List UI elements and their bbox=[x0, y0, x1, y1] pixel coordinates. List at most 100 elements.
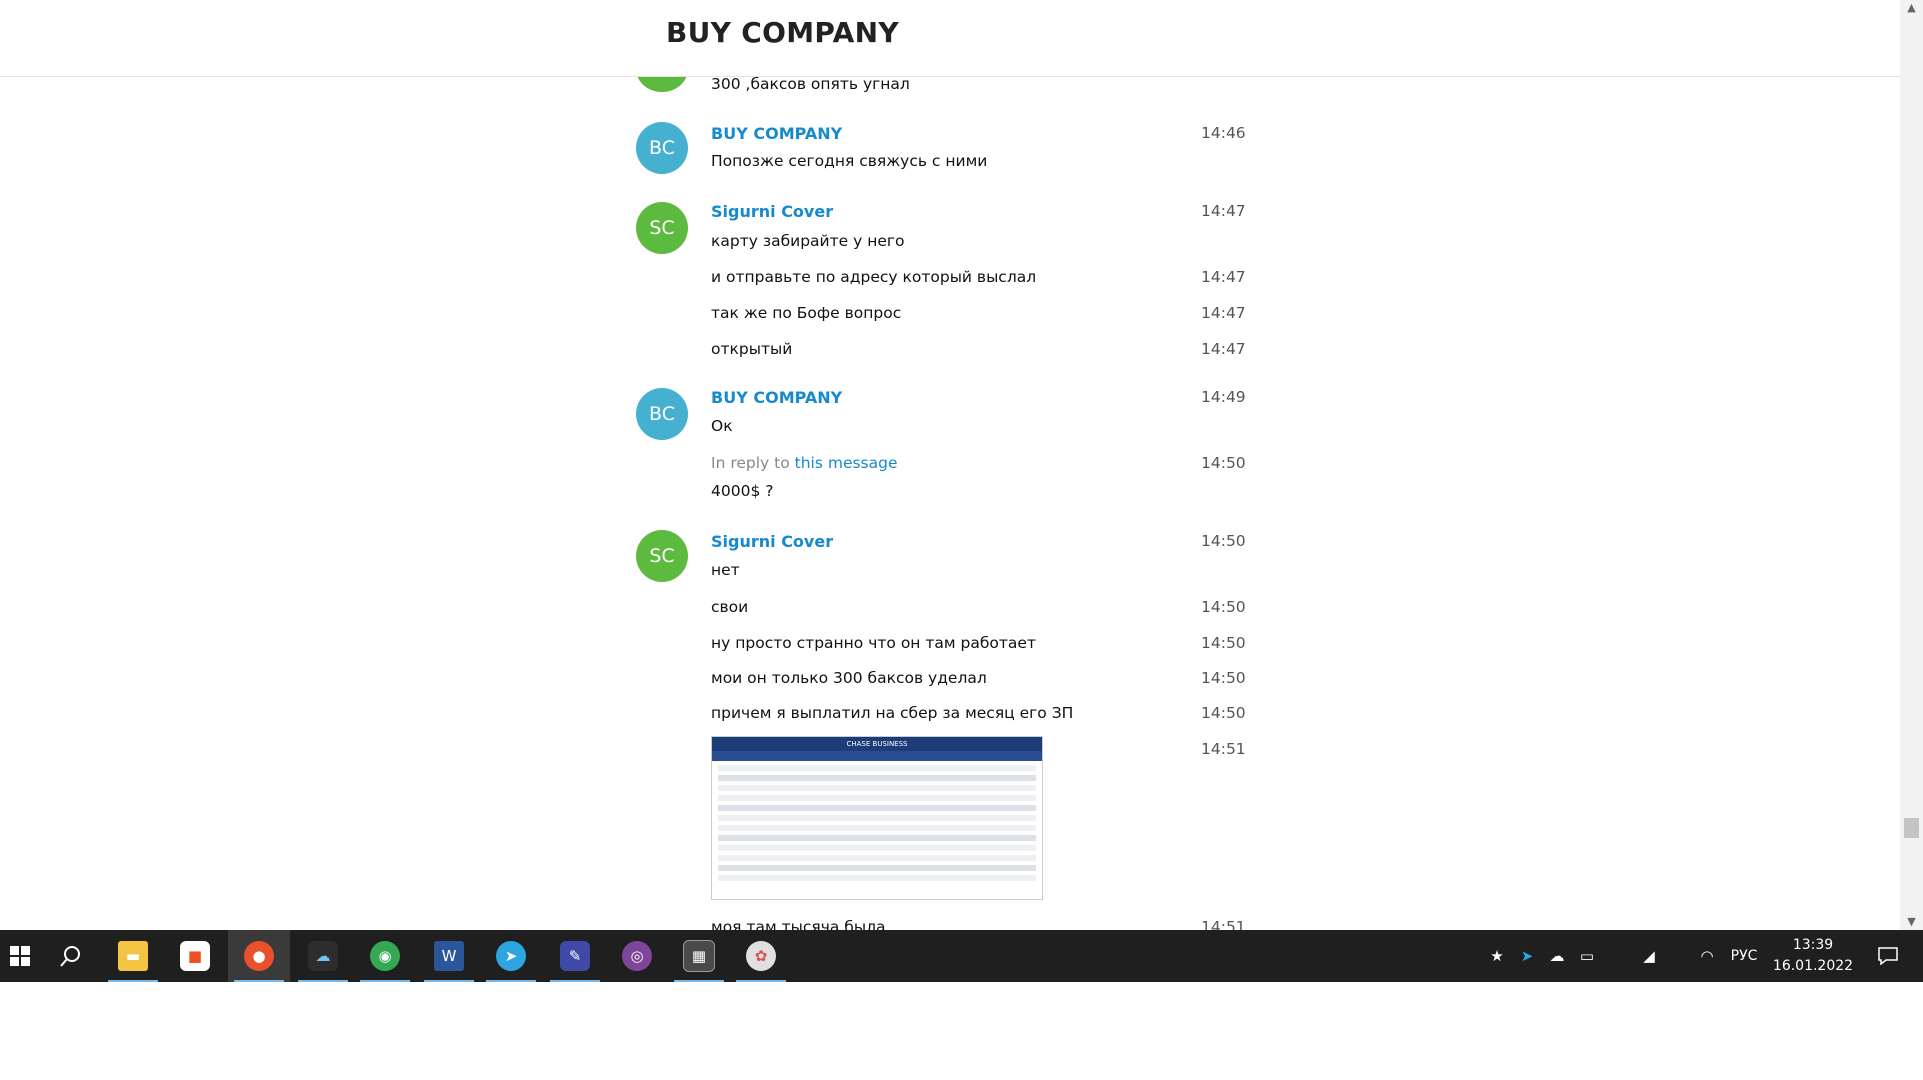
photo-row bbox=[718, 825, 1036, 831]
tor-icon: ◎ bbox=[622, 941, 652, 971]
word-icon: W bbox=[434, 941, 464, 971]
language-indicator[interactable]: РУС bbox=[1722, 930, 1766, 982]
scrollbar[interactable]: ▲ ▼ bbox=[1900, 0, 1923, 930]
photo-row bbox=[718, 845, 1036, 851]
taskbar-app[interactable]: ✎ bbox=[544, 930, 606, 982]
reply-link[interactable]: this message bbox=[795, 454, 898, 472]
tray-wifi[interactable]: ◢ bbox=[1636, 930, 1662, 982]
photo-row bbox=[718, 865, 1036, 871]
message-time: 14:50 bbox=[1201, 634, 1246, 652]
sender-name[interactable]: BUY COMPANY bbox=[711, 124, 842, 143]
avatar[interactable]: SC bbox=[636, 202, 688, 254]
star-icon: ★ bbox=[1490, 947, 1504, 965]
store-icon: ■ bbox=[180, 941, 210, 971]
wifi-icon: ◢ bbox=[1643, 947, 1655, 965]
sender-name[interactable]: Sigurni Cover bbox=[711, 202, 833, 221]
taskbar: ▬ ■ ● ☁ ◉ W ➤ ✎ ◎ ▦ ✿ ★ ➤ ☁ ▭ ◢ ◠ РУС 13… bbox=[0, 930, 1923, 982]
taskbar-paint[interactable]: ✿ bbox=[730, 930, 792, 982]
start-button[interactable] bbox=[0, 930, 40, 982]
taskbar-telegram[interactable]: ➤ bbox=[480, 930, 542, 982]
search-button[interactable] bbox=[40, 930, 102, 982]
message-text: 300 ,баксов опять угнал bbox=[711, 75, 910, 93]
taskbar-chrome[interactable]: ◉ bbox=[354, 930, 416, 982]
photo-row bbox=[718, 775, 1036, 781]
message-text: Ок bbox=[711, 417, 733, 435]
taskbar-file-explorer[interactable]: ▬ bbox=[102, 930, 164, 982]
headphones-icon: ◠ bbox=[1700, 947, 1714, 965]
telegram-tray-icon: ➤ bbox=[1520, 947, 1534, 965]
message-text: нет bbox=[711, 561, 740, 579]
message-text: карту забирайте у него bbox=[711, 232, 905, 250]
message-time: 14:50 bbox=[1201, 598, 1246, 616]
message-text: причем я выплатил на сбер за месяц его З… bbox=[711, 704, 1074, 722]
message-time: 14:49 bbox=[1201, 388, 1246, 406]
taskbar-app-2[interactable]: ▦ bbox=[668, 930, 730, 982]
taskbar-word[interactable]: W bbox=[418, 930, 480, 982]
scroll-up-icon[interactable]: ▲ bbox=[1900, 0, 1923, 16]
paint-icon: ✿ bbox=[746, 941, 776, 971]
photo-row bbox=[718, 835, 1036, 841]
taskbar-tor[interactable]: ◎ bbox=[606, 930, 668, 982]
taskbar-cloud-app[interactable]: ☁ bbox=[292, 930, 354, 982]
message-text: свои bbox=[711, 598, 749, 616]
photo-header: CHASE BUSINESS bbox=[712, 737, 1042, 751]
running-indicator bbox=[108, 980, 158, 982]
cloud-icon: ☁ bbox=[1549, 947, 1565, 965]
photo-row bbox=[718, 855, 1036, 861]
photo-row bbox=[718, 875, 1036, 881]
photo-nav bbox=[712, 751, 1042, 761]
photo-row bbox=[718, 795, 1036, 801]
photo-attachment[interactable]: CHASE BUSINESS bbox=[711, 736, 1043, 900]
avatar[interactable]: SC bbox=[636, 530, 688, 582]
reply-prefix: In reply to bbox=[711, 454, 790, 472]
message-time: 14:46 bbox=[1201, 124, 1246, 142]
message-text: и отправьте по адресу который выслал bbox=[711, 268, 1037, 286]
photo-row bbox=[718, 815, 1036, 821]
scroll-thumb[interactable] bbox=[1904, 818, 1919, 838]
chrome-icon: ◉ bbox=[370, 941, 400, 971]
tray-headphones[interactable]: ◠ bbox=[1694, 930, 1720, 982]
clock-time: 13:39 bbox=[1792, 937, 1834, 953]
file-explorer-icon: ▬ bbox=[118, 941, 148, 971]
taskbar-firefox[interactable]: ● bbox=[228, 930, 290, 982]
firefox-icon: ● bbox=[244, 941, 274, 971]
tray-battery[interactable]: ▭ bbox=[1574, 930, 1600, 982]
taskbar-clock[interactable]: 13:39 16.01.2022 bbox=[1772, 935, 1854, 977]
message-time: 14:47 bbox=[1201, 304, 1246, 322]
message-text: Попозже сегодня свяжусь с ними bbox=[711, 152, 988, 170]
running-indicator bbox=[360, 980, 410, 982]
battery-icon: ▭ bbox=[1579, 947, 1595, 965]
sender-name[interactable]: BUY COMPANY bbox=[711, 388, 842, 407]
photo-row bbox=[718, 805, 1036, 811]
running-indicator bbox=[424, 980, 474, 982]
message-time: 14:50 bbox=[1201, 454, 1246, 472]
chat-window: BUY COMPANY 300 ,баксов опять угнал BC B… bbox=[0, 0, 1900, 930]
telegram-icon: ➤ bbox=[496, 941, 526, 971]
tray-star[interactable]: ★ bbox=[1484, 930, 1510, 982]
message-time: 14:50 bbox=[1201, 532, 1246, 550]
windows-icon bbox=[10, 946, 30, 966]
clock-date: 16.01.2022 bbox=[1772, 958, 1854, 974]
running-indicator bbox=[736, 980, 786, 982]
notifications-button[interactable] bbox=[1868, 930, 1908, 982]
photo-row bbox=[718, 765, 1036, 771]
avatar[interactable]: BC bbox=[636, 122, 688, 174]
sender-name[interactable]: Sigurni Cover bbox=[711, 532, 833, 551]
running-indicator bbox=[234, 980, 284, 982]
message-text: ну просто странно что он там работает bbox=[711, 634, 1036, 652]
message-text: моя там тысяча была bbox=[711, 918, 886, 930]
message-time: 14:47 bbox=[1201, 340, 1246, 358]
scroll-down-icon[interactable]: ▼ bbox=[1900, 914, 1923, 930]
running-indicator bbox=[298, 980, 348, 982]
app-icon: ▦ bbox=[683, 940, 715, 972]
avatar[interactable]: BC bbox=[636, 388, 688, 440]
tray-telegram[interactable]: ➤ bbox=[1514, 930, 1540, 982]
message-time: 14:47 bbox=[1201, 268, 1246, 286]
chat-title: BUY COMPANY bbox=[666, 16, 899, 49]
photo-caption: CHASE BUSINESS bbox=[846, 740, 908, 748]
taskbar-store[interactable]: ■ bbox=[164, 930, 226, 982]
tray-cloud[interactable]: ☁ bbox=[1544, 930, 1570, 982]
message-time: 14:51 bbox=[1201, 918, 1246, 930]
running-indicator bbox=[486, 980, 536, 982]
message-time: 14:47 bbox=[1201, 202, 1246, 220]
